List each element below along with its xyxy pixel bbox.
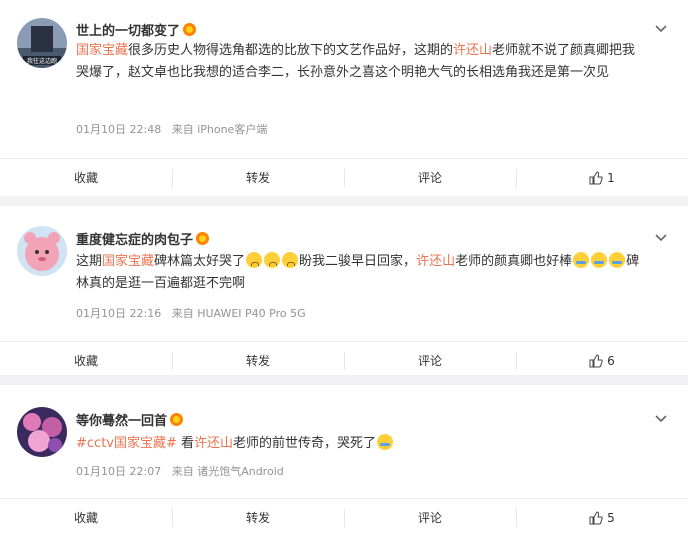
highlight-link[interactable]: 许还山	[194, 436, 233, 451]
comment-button[interactable]: 评论	[344, 342, 516, 379]
comment-card: 等你蓦然一回首 #cctv国家宝藏# 看许还山老师的前世传奇，哭死了 01月10…	[0, 385, 688, 537]
thumbs-up-icon	[589, 353, 603, 367]
comment-text-fragment: 这期	[76, 254, 103, 269]
username-text[interactable]: 等你蓦然一回首	[76, 410, 167, 429]
comment-text-fragment: 碑林篇太好哭了	[154, 254, 246, 269]
comment-text: #cctv国家宝藏# 看许还山老师的前世传奇，哭死了	[76, 433, 646, 455]
crying-emoji-icon	[591, 252, 608, 268]
chevron-down-icon[interactable]	[654, 22, 668, 36]
highlight-link[interactable]: 许还山	[453, 43, 492, 58]
comment-meta: 01月10日 22:07 来自 诸光饱气Android	[76, 463, 291, 479]
highlight-link[interactable]: 国家宝藏	[102, 254, 154, 269]
collect-button[interactable]: 收藏	[0, 159, 172, 196]
repost-button[interactable]: 转发	[172, 159, 344, 196]
like-button[interactable]: 1	[516, 159, 688, 196]
timestamp[interactable]: 01月10日 22:16	[76, 307, 161, 320]
collect-label: 收藏	[73, 354, 98, 368]
comment-text-fragment: 看	[176, 436, 195, 451]
comment-text: 国家宝藏很多历史人物得选角都选的比放下的文艺作品好，这期的许还山老师就不说了颜真…	[76, 40, 646, 84]
comment-button[interactable]: 评论	[344, 159, 516, 196]
username[interactable]: 世上的一切都变了	[76, 20, 197, 39]
comment-text: 这期国家宝藏碑林篇太好哭了 盼我二骏早日回家，许还山老师的颜真卿也好棒 碑林真的是逛…	[76, 251, 646, 295]
source-label: 来自 诸光饱气Android	[171, 465, 284, 478]
repost-label: 转发	[245, 171, 270, 185]
sad-emoji-icon	[282, 252, 299, 268]
collect-button[interactable]: 收藏	[0, 342, 172, 379]
vip-badge-icon	[183, 23, 197, 36]
like-button[interactable]: 6	[516, 342, 688, 379]
crying-emoji-icon	[377, 434, 394, 450]
sad-emoji-icon	[264, 252, 281, 268]
comment-label: 评论	[417, 354, 442, 368]
comment-text-fragment: 老师的前世传奇，哭死了	[233, 436, 377, 451]
comment-label: 评论	[417, 511, 442, 525]
action-bar: 收藏 转发 评论 5	[0, 498, 688, 536]
chevron-down-icon[interactable]	[654, 231, 668, 245]
comment-meta: 01月10日 22:48 来自 iPhone客户端	[76, 121, 274, 137]
sad-emoji-icon	[246, 252, 263, 268]
highlight-link[interactable]: #cctv国家宝藏#	[76, 436, 177, 451]
comment-text-fragment: 老师的颜真卿也好棒	[455, 254, 573, 269]
collect-label: 收藏	[73, 511, 98, 525]
source-label: 来自 iPhone客户端	[171, 123, 268, 136]
username[interactable]: 等你蓦然一回首	[76, 410, 184, 429]
chevron-down-icon[interactable]	[654, 412, 668, 426]
repost-label: 转发	[245, 354, 270, 368]
crying-emoji-icon	[609, 252, 626, 268]
comment-card: 我往这边跑 世上的一切都变了 国家宝藏很多历史人物得选角都选的比放下的文艺作品好…	[0, 0, 688, 196]
timestamp[interactable]: 01月10日 22:48	[76, 123, 161, 136]
source-label: 来自 HUAWEI P40 Pro 5G	[171, 307, 306, 320]
highlight-link[interactable]: 国家宝藏	[76, 43, 128, 58]
like-count: 6	[607, 353, 615, 368]
avatar-image	[17, 407, 67, 457]
vip-badge-icon	[196, 232, 210, 245]
repost-button[interactable]: 转发	[172, 499, 344, 536]
highlight-link[interactable]: 许还山	[416, 254, 455, 269]
like-button[interactable]: 5	[516, 499, 688, 536]
comment-label: 评论	[417, 171, 442, 185]
timestamp[interactable]: 01月10日 22:07	[76, 465, 161, 478]
avatar[interactable]: 我往这边跑	[17, 18, 67, 68]
comment-meta: 01月10日 22:16 来自 HUAWEI P40 Pro 5G	[76, 305, 313, 321]
like-count: 5	[607, 510, 615, 525]
comment-text-fragment: 盼我二骏早日回家，	[299, 254, 417, 269]
thumbs-up-icon	[589, 170, 603, 184]
avatar-image	[17, 226, 67, 276]
action-bar: 收藏 转发 评论 1	[0, 158, 688, 196]
collect-button[interactable]: 收藏	[0, 499, 172, 536]
repost-label: 转发	[245, 511, 270, 525]
vip-badge-icon	[170, 413, 184, 426]
like-count: 1	[607, 170, 615, 185]
crying-emoji-icon	[573, 252, 590, 268]
avatar[interactable]	[17, 226, 67, 276]
thumbs-up-icon	[589, 510, 603, 524]
svg-text:我往这边跑: 我往这边跑	[27, 57, 57, 65]
username-text[interactable]: 世上的一切都变了	[76, 20, 180, 39]
collect-label: 收藏	[73, 171, 98, 185]
avatar-image: 我往这边跑	[17, 18, 67, 68]
comment-text-fragment: 很多历史人物得选角都选的比放下的文艺作品好，这期的	[128, 43, 454, 58]
repost-button[interactable]: 转发	[172, 342, 344, 379]
comment-button[interactable]: 评论	[344, 499, 516, 536]
action-bar: 收藏 转发 评论 6	[0, 341, 688, 379]
comment-card: 重度健忘症的肉包子 这期国家宝藏碑林篇太好哭了 盼我二骏早日回家，许还山老师的颜真…	[0, 206, 688, 375]
avatar[interactable]	[17, 407, 67, 457]
username[interactable]: 重度健忘症的肉包子	[76, 229, 210, 248]
username-text[interactable]: 重度健忘症的肉包子	[76, 229, 193, 248]
